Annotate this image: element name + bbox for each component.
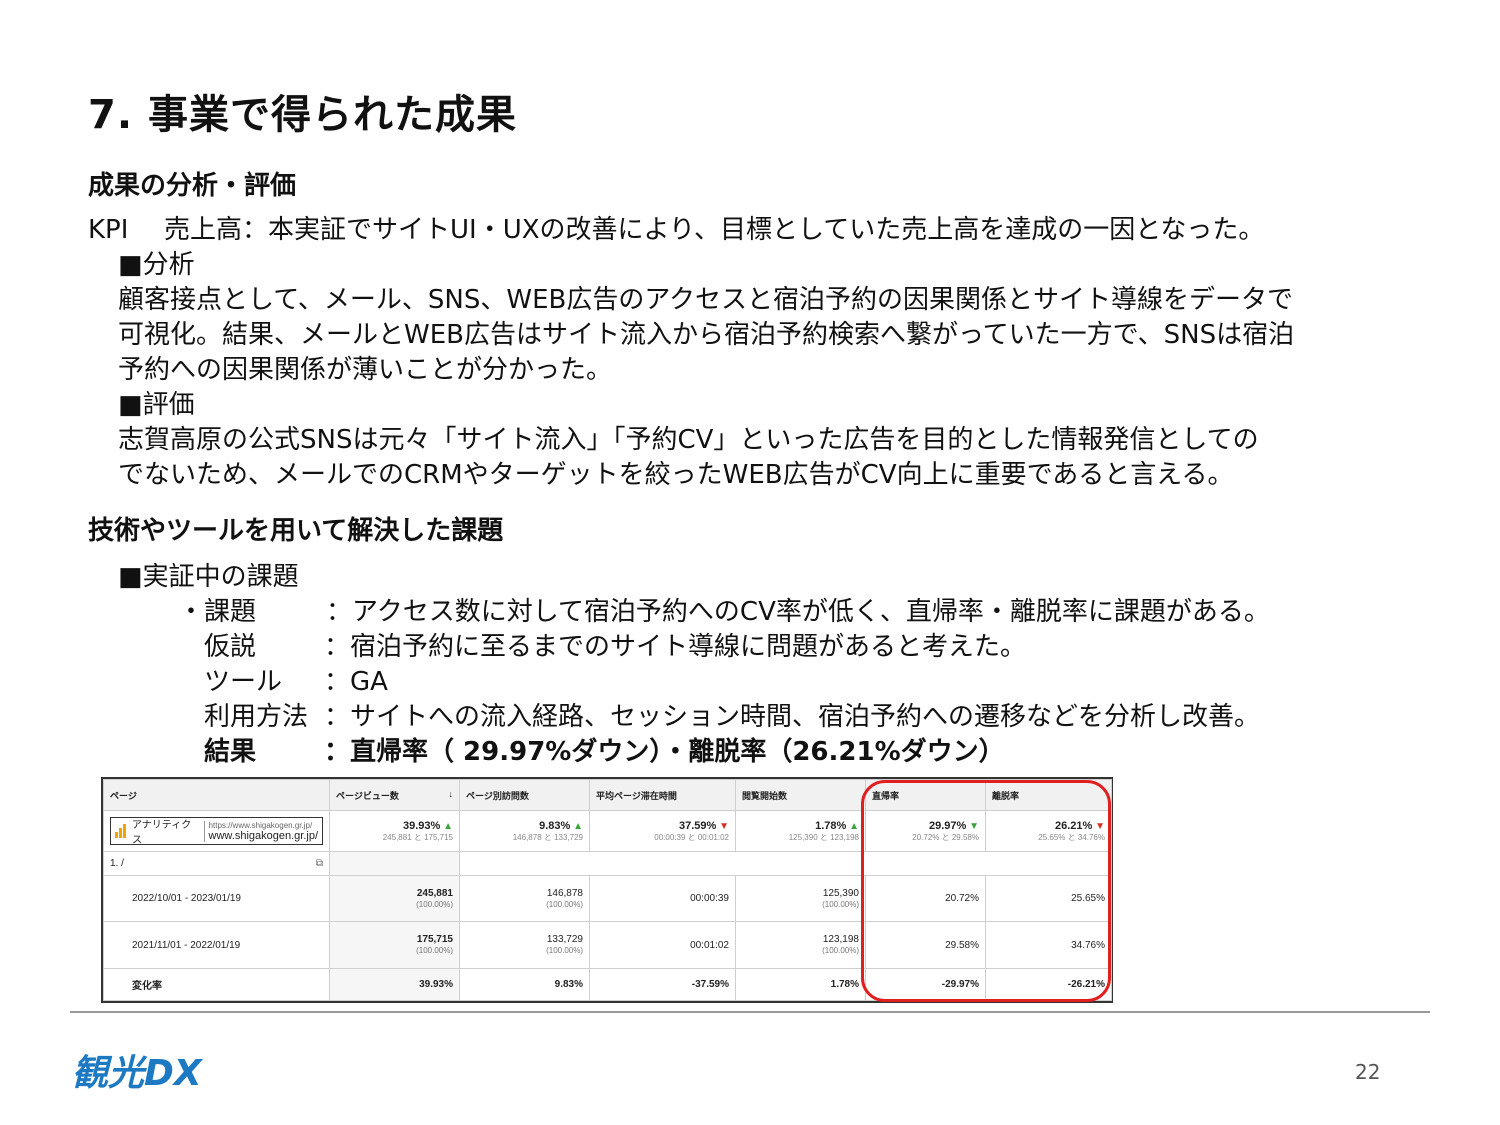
issue-key: 結果 [204,737,257,767]
summary-cell: 37.59% ▼ 00:00:39 と 00:01:02 [589,810,736,852]
summary-cell: 9.83% ▲ 146,878 と 133,729 [459,810,590,852]
col-header[interactable]: ページ別訪問数 [459,779,590,811]
highlight-circle [861,780,1111,1002]
issue-row: ツール ：GA [204,665,388,700]
col-header[interactable]: ページ [103,779,330,811]
col-header[interactable]: 閲覧開始数 [735,779,866,811]
issue-key: 仮説 [204,632,257,662]
analytics-logo-text: アナリティクス [132,820,192,846]
kpi-text: 売上高：本実証でサイトUI・UXの改善により、目標としていた売上高を達成の一因と… [164,215,1265,245]
evaluation-line: 志賀高原の公式SNSは元々「サイト流入」「予約CV」といった広告を目的とした情報… [118,425,1259,455]
analysis-line: 顧客接点として、メール、SNS、WEB広告のアクセスと宿泊予約の因果関係とサイト… [118,285,1294,315]
issue-value: ：直帰率（ 29.97%ダウン）・離脱率（26.21%ダウン） [324,737,1005,767]
kpi-label: KPI [88,215,129,245]
issue-key: ツール [204,667,283,697]
site-cell: アナリティクス https://www.shigakogen.gr.jp/ ww… [103,810,330,852]
up-arrow-icon: ▲ [443,820,453,832]
issue-row: 仮説 ：宿泊予約に至るまでのサイト導線に問題があると考えた。 [204,630,1026,665]
issues-subheading: ■実証中の課題 [118,562,299,592]
issue-row: 利用方法 ：サイトへの流入経路、セッション時間、宿泊予約への遷移などを分析し改善。 [204,700,1260,735]
external-link-icon[interactable]: ⧉ [316,858,323,869]
up-arrow-icon: ▲ [849,820,859,832]
page-path[interactable]: 1. / [110,858,124,869]
section-heading-issues: 技術やツールを用いて解決した課題 [88,516,504,546]
brand-logo: 観光DX [72,1053,202,1094]
issue-value: ：アクセス数に対して宿泊予約へのCV率が低く、直帰率・離脱率に課題がある。 [326,597,1270,627]
summary-cell: 1.78% ▲ 125,390 と 123,198 [735,810,866,852]
issue-row-result: 結果 ：直帰率（ 29.97%ダウン）・離脱率（26.21%ダウン） [204,735,1005,770]
col-header[interactable]: 平均ページ滞在時間 [589,779,736,811]
issue-key: ・課題 [178,597,257,627]
analytics-bars-icon [115,824,126,838]
evaluation-heading: ■評価 [118,390,195,420]
sort-arrow-icon[interactable]: ↓ [449,789,454,799]
up-arrow-icon: ▲ [573,820,583,832]
site-url-small: https://www.shigakogen.gr.jp/ [208,820,313,830]
issue-value: ：サイトへの流入経路、セッション時間、宿泊予約への遷移などを分析し改善。 [324,702,1261,732]
analytics-logo-box: アナリティクス https://www.shigakogen.gr.jp/ ww… [110,817,323,846]
down-arrow-icon: ▼ [719,820,729,832]
summary-cell: 39.93% ▲ 245,881 と 175,715 [329,810,460,852]
page-number: 22 [1355,1060,1381,1084]
analysis-line: 予約への因果関係が薄いことが分かった。 [118,355,613,385]
col-header[interactable]: ページビュー数 ↓ [329,779,460,811]
kpi-line: KPI 売上高：本実証でサイトUI・UXの改善により、目標としていた売上高を達成の… [88,213,1264,248]
issue-key: 利用方法 [204,702,309,732]
analysis-heading: ■分析 [118,250,195,280]
slide-title: 7. 事業で得られた成果 [88,92,517,138]
issue-row: ・課題 ：アクセス数に対して宿泊予約へのCV率が低く、直帰率・離脱率に課題がある。 [178,595,1270,630]
section-heading-analysis: 成果の分析・評価 [88,171,297,201]
footer-divider [70,1011,1430,1013]
issue-value: ：GA [324,667,388,697]
site-url: www.shigakogen.gr.jp/ [208,829,318,842]
evaluation-line: でないため、メールでのCRMやターゲットを絞ったWEB広告がCV向上に重要である… [118,460,1234,490]
analysis-line: 可視化。結果、メールとWEB広告はサイト流入から宿泊予約検索へ繋がっていた一方で… [118,320,1295,350]
issue-value: ：宿泊予約に至るまでのサイト導線に問題があると考えた。 [324,632,1027,662]
